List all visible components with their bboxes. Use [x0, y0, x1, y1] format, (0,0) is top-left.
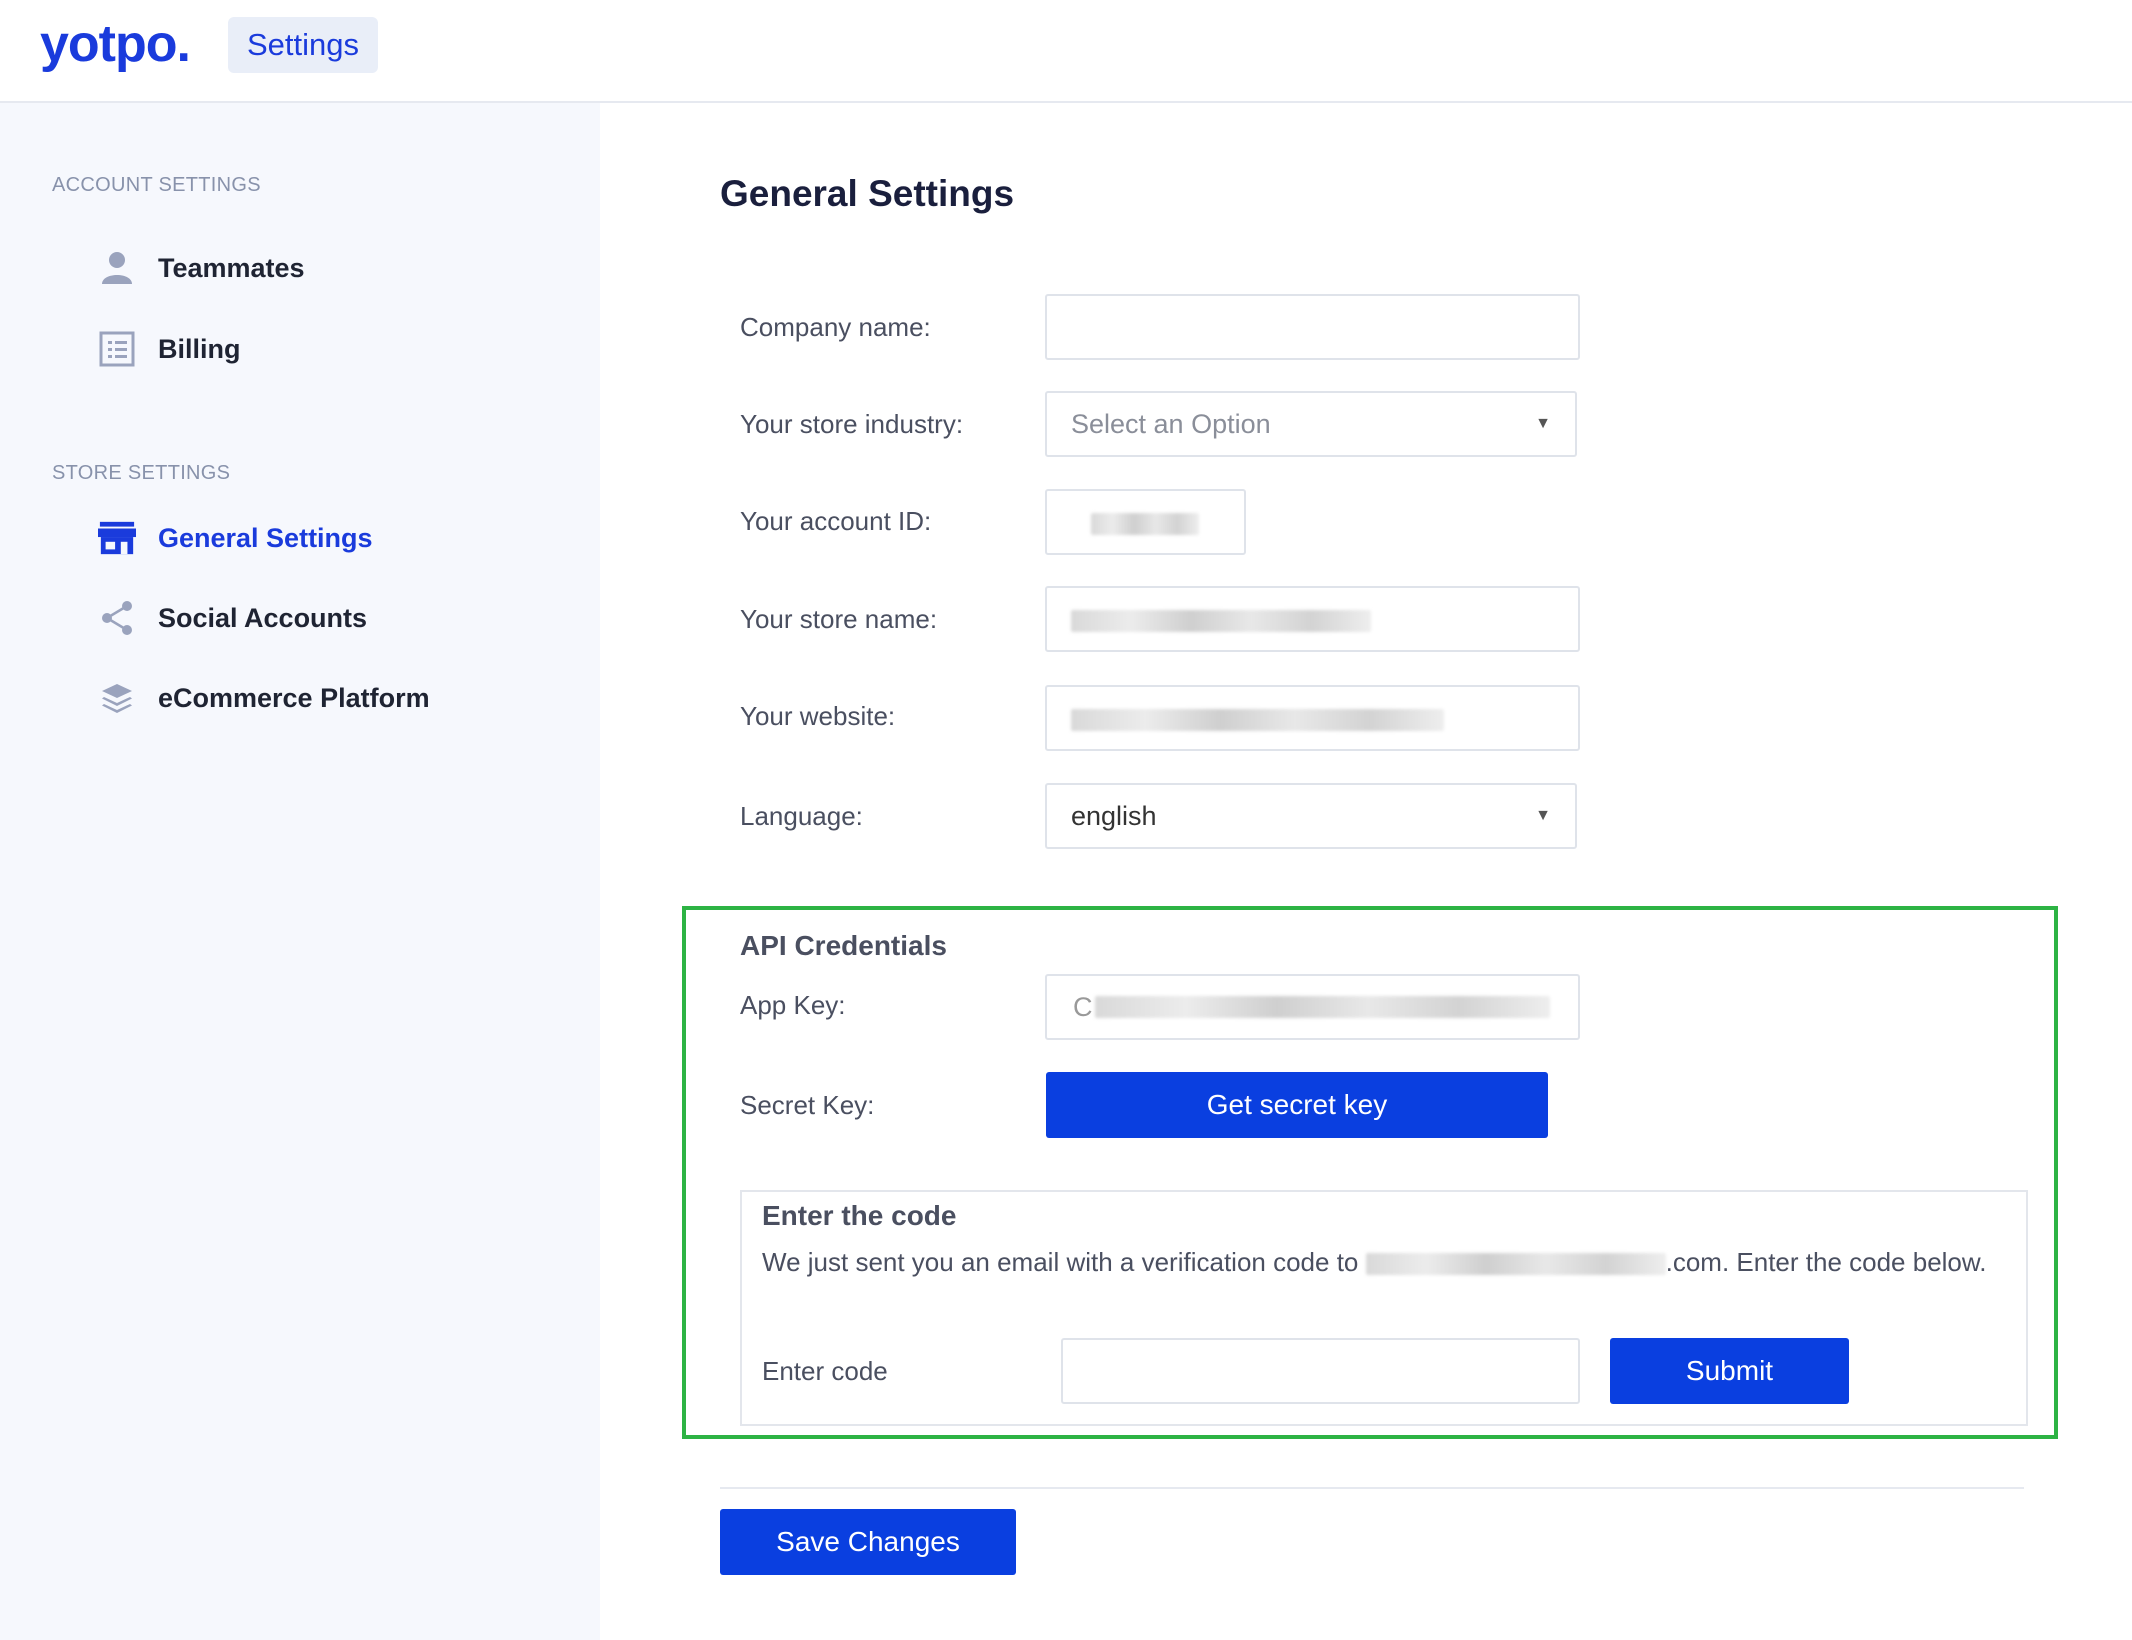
- verification-description: We just sent you an email with a verific…: [762, 1244, 2002, 1281]
- redacted-app-key: [1094, 996, 1550, 1018]
- sidebar: ACCOUNT SETTINGS Teammates Billing STORE…: [0, 103, 600, 1640]
- verification-text-prefix: We just sent you an email with a verific…: [762, 1247, 1359, 1277]
- get-secret-key-button[interactable]: Get secret key: [1046, 1072, 1548, 1138]
- verification-text-suffix: .com. Enter the code below.: [1665, 1247, 1987, 1277]
- sidebar-item-social-accounts[interactable]: Social Accounts: [98, 596, 367, 640]
- store-settings-heading: STORE SETTINGS: [52, 462, 231, 484]
- language-label: Language:: [740, 801, 863, 831]
- sidebar-item-label: Social Accounts: [158, 602, 368, 633]
- account-id-field: [1045, 489, 1246, 555]
- layers-icon: [98, 679, 136, 717]
- redacted-store-name: [1071, 610, 1371, 632]
- sidebar-item-label: Teammates: [158, 252, 305, 283]
- account-settings-heading: ACCOUNT SETTINGS: [52, 174, 261, 196]
- code-field[interactable]: [1061, 1338, 1580, 1404]
- api-credentials-heading: API Credentials: [740, 930, 947, 961]
- sidebar-item-label: General Settings: [158, 522, 373, 553]
- top-bar: yotpo. Settings: [0, 0, 2132, 103]
- sidebar-item-teammates[interactable]: Teammates: [98, 246, 305, 290]
- redacted-website: [1071, 709, 1444, 731]
- enter-code-label: Enter code: [762, 1356, 888, 1386]
- language-select-value: english: [1071, 800, 1157, 831]
- divider: [720, 1487, 2024, 1489]
- settings-section-label[interactable]: Settings: [228, 17, 378, 73]
- sidebar-item-billing[interactable]: Billing: [98, 327, 241, 371]
- account-id-label: Your account ID:: [740, 506, 932, 536]
- industry-select-value: Select an Option: [1071, 408, 1271, 439]
- website-label: Your website:: [740, 701, 896, 731]
- app-key-label: App Key:: [740, 990, 846, 1020]
- sidebar-item-general-settings[interactable]: General Settings: [98, 516, 373, 560]
- sidebar-item-ecommerce-platform[interactable]: eCommerce Platform: [98, 676, 430, 720]
- person-icon: [98, 249, 136, 287]
- language-select[interactable]: english ▼: [1045, 783, 1577, 849]
- company-name-label: Company name:: [740, 312, 931, 342]
- share-icon: [98, 599, 136, 637]
- company-name-field[interactable]: [1045, 294, 1580, 360]
- store-name-field[interactable]: [1045, 586, 1580, 652]
- redacted-email: [1365, 1253, 1666, 1276]
- code-input[interactable]: [1063, 1340, 1578, 1402]
- store-icon: [98, 519, 136, 557]
- app-key-prefix: C: [1073, 991, 1093, 1022]
- website-field[interactable]: [1045, 685, 1580, 751]
- yotpo-logo[interactable]: yotpo.: [40, 14, 191, 74]
- app-key-field[interactable]: C: [1045, 974, 1580, 1040]
- secret-key-label: Secret Key:: [740, 1090, 875, 1120]
- company-name-input[interactable]: [1047, 296, 1578, 358]
- sidebar-item-label: eCommerce Platform: [158, 682, 430, 713]
- submit-button[interactable]: Submit: [1610, 1338, 1849, 1404]
- enter-code-heading: Enter the code: [762, 1200, 957, 1231]
- store-name-label: Your store name:: [740, 604, 938, 634]
- sidebar-item-label: Billing: [158, 333, 241, 364]
- redacted-account-id: [1091, 513, 1199, 535]
- chevron-down-icon: ▼: [1535, 807, 1551, 824]
- chevron-down-icon: ▼: [1535, 415, 1551, 432]
- industry-select[interactable]: Select an Option ▼: [1045, 391, 1577, 457]
- page-title: General Settings: [720, 173, 1015, 214]
- list-icon: [98, 330, 136, 368]
- save-changes-button[interactable]: Save Changes: [720, 1509, 1016, 1575]
- industry-label: Your store industry:: [740, 409, 964, 439]
